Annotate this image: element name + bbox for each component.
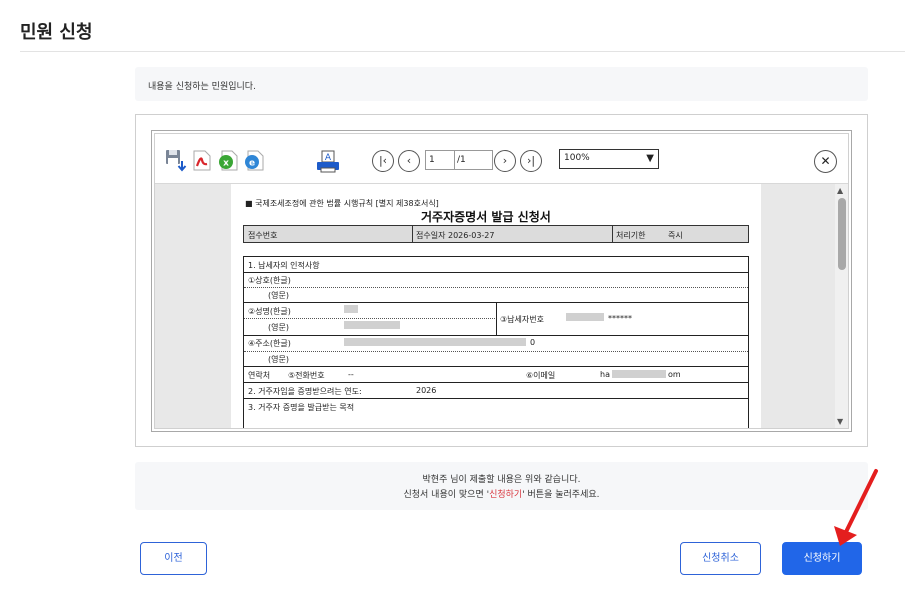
page-total: /1 bbox=[455, 150, 493, 170]
document-page: ■ 국제조세조정에 관한 법률 시행규칙 [별지 제38호서식] 거주자증명서 … bbox=[231, 184, 761, 428]
scroll-up-icon[interactable]: ▲ bbox=[837, 186, 843, 195]
page-number-input[interactable]: 1 bbox=[425, 150, 455, 170]
taxpayer-no-value: ****** bbox=[608, 314, 632, 323]
close-viewer-button[interactable]: ✕ bbox=[814, 150, 837, 173]
viewer-frame: x e A |‹ ‹ 1 /1 › ›| 100% ▼ ✕ ■ 국제조세조정에 … bbox=[154, 133, 849, 429]
section-3-title: 3. 거주자 증명을 발급받는 목적 bbox=[248, 403, 355, 412]
notice-box: 박현주 님이 제출할 내용은 위와 같습니다. 신청서 내용이 맞으면 '신청하… bbox=[135, 462, 868, 510]
address-en-label: (영문) bbox=[268, 355, 289, 364]
name-kr-label: ②성명(한글) bbox=[248, 307, 291, 316]
notice-highlight: 신청하기 bbox=[489, 490, 523, 500]
phone-value: -- bbox=[348, 370, 354, 379]
processing-period-label: 처리기한 bbox=[616, 231, 646, 240]
last-page-button[interactable]: ›| bbox=[520, 150, 542, 172]
taxpayer-no-label: ③납세자번호 bbox=[500, 315, 544, 324]
first-page-button[interactable]: |‹ bbox=[372, 150, 394, 172]
chevron-down-icon: ▼ bbox=[646, 153, 654, 164]
section-2-title: 2. 거주자임을 증명받으려는 연도: bbox=[248, 387, 362, 396]
prev-page-button[interactable]: ‹ bbox=[398, 150, 420, 172]
svg-text:A: A bbox=[325, 153, 332, 163]
trade-name-kr-label: ①상호(한글) bbox=[248, 276, 291, 285]
document-scrollbar[interactable]: ▲ ▼ bbox=[835, 184, 848, 428]
section-2-year: 2026 bbox=[416, 386, 437, 395]
email-suffix: om bbox=[668, 370, 681, 379]
applicant-form: 1. 납세자의 인적사항 ①상호(한글) (영문) ②성명(한글) (영문) ③… bbox=[243, 256, 749, 428]
intro-text: 내용을 신청하는 민원입니다. bbox=[148, 82, 256, 92]
scroll-down-icon[interactable]: ▼ bbox=[837, 417, 843, 426]
name-en-label: (영문) bbox=[268, 323, 289, 332]
svg-text:e: e bbox=[249, 159, 255, 169]
law-reference: ■ 국제조세조정에 관한 법률 시행규칙 [별지 제38호서식] bbox=[245, 199, 439, 208]
scroll-thumb[interactable] bbox=[838, 198, 846, 270]
address-suffix: 0 bbox=[530, 338, 536, 347]
document-title: 거주자증명서 발급 신청서 bbox=[421, 210, 551, 224]
prev-button[interactable]: 이전 bbox=[140, 542, 207, 575]
section-1-title: 1. 납세자의 인적사항 bbox=[248, 261, 320, 270]
trade-name-en-label: (영문) bbox=[268, 291, 289, 300]
email-label: ⑥이메일 bbox=[526, 371, 556, 380]
contact-label: 연락처 bbox=[248, 371, 271, 380]
title-divider bbox=[20, 51, 905, 52]
zoom-value: 100% bbox=[564, 153, 590, 163]
address-kr-label: ④주소(한글) bbox=[248, 339, 291, 348]
page-title: 민원 신청 bbox=[20, 22, 93, 43]
notice-line-2: 신청서 내용이 맞으면 '신청하기' 버튼을 눌러주세요. bbox=[403, 490, 600, 500]
zoom-select[interactable]: 100% ▼ bbox=[559, 149, 659, 169]
intro-box: 내용을 신청하는 민원입니다. bbox=[135, 67, 868, 101]
excel-export-icon[interactable]: x bbox=[217, 149, 238, 171]
receipt-date: 접수일자 2026-03-27 bbox=[416, 231, 495, 240]
next-page-button[interactable]: › bbox=[494, 150, 516, 172]
hwp-export-icon[interactable]: e bbox=[243, 149, 264, 171]
receipt-no-label: 접수번호 bbox=[248, 231, 278, 240]
phone-label: ⑤전화번호 bbox=[288, 371, 325, 380]
receipt-header: 접수번호 접수일자 2026-03-27 처리기한 즉시 bbox=[243, 225, 749, 243]
pdf-export-icon[interactable] bbox=[191, 149, 211, 171]
email-prefix: ha bbox=[600, 370, 610, 379]
document-area[interactable]: ■ 국제조세조정에 관한 법률 시행규칙 [별지 제38호서식] 거주자증명서 … bbox=[155, 184, 848, 428]
cancel-application-button[interactable]: 신청취소 bbox=[680, 542, 761, 575]
document-viewer: x e A |‹ ‹ 1 /1 › ›| 100% ▼ ✕ ■ 국제조세조정에 … bbox=[135, 114, 868, 447]
processing-period-value: 즉시 bbox=[668, 231, 683, 240]
red-arrow-annotation-icon bbox=[834, 469, 878, 546]
viewer-inner: x e A |‹ ‹ 1 /1 › ›| 100% ▼ ✕ ■ 국제조세조정에 … bbox=[151, 130, 852, 432]
save-download-icon[interactable] bbox=[165, 149, 187, 172]
svg-text:x: x bbox=[223, 159, 229, 169]
viewer-toolbar: x e A |‹ ‹ 1 /1 › ›| 100% ▼ ✕ bbox=[155, 134, 848, 184]
notice-line-1: 박현주 님이 제출할 내용은 위와 같습니다. bbox=[422, 475, 581, 485]
print-icon[interactable]: A bbox=[315, 149, 341, 173]
